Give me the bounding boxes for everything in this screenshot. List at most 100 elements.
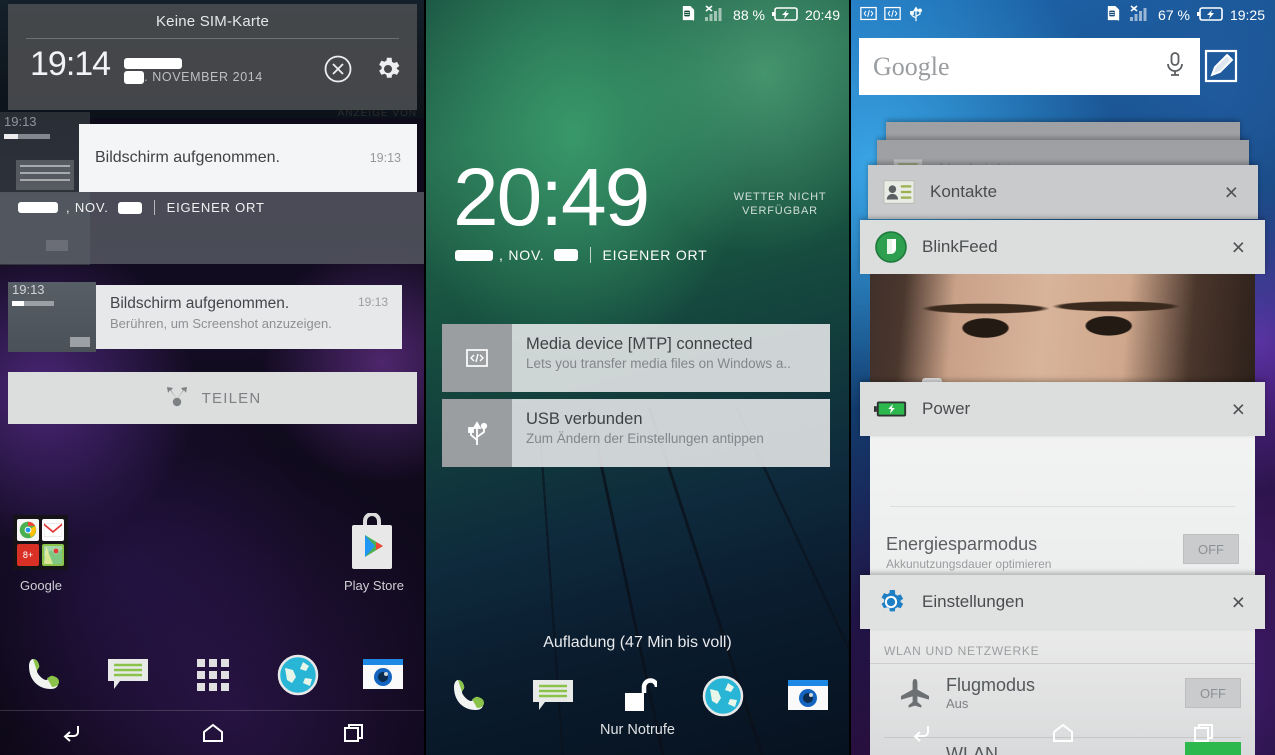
notification-subtitle: Lets you transfer media files on Windows… — [526, 356, 791, 371]
svg-text:!: ! — [1117, 14, 1119, 22]
search-input[interactable]: Google — [873, 52, 950, 82]
shortcut-messages-icon[interactable] — [510, 678, 595, 714]
divider — [890, 506, 1235, 507]
microphone-icon[interactable] — [1164, 51, 1186, 82]
share-action-button[interactable]: TEILEN — [8, 372, 417, 424]
recents-card-title: Power — [922, 399, 971, 418]
airplane-toggle[interactable]: OFF — [1185, 678, 1241, 708]
lockscreen-date: , NOV. EIGENER ORT — [455, 247, 708, 263]
close-circle-icon[interactable] — [323, 54, 353, 84]
status-clock: 19:25 — [1229, 7, 1265, 23]
notification-time: 19:13 — [369, 151, 401, 165]
shortcut-phone-icon[interactable] — [425, 676, 510, 716]
gear-icon[interactable] — [373, 54, 403, 84]
sim-alert-icon: ! — [680, 5, 697, 25]
google-search-bar[interactable]: Google — [859, 38, 1200, 95]
back-icon[interactable] — [850, 720, 992, 746]
notification-screenshot-collapsed[interactable]: Bildschirm aufgenommen. 19:13 — [79, 124, 417, 192]
notification-time: 19:13 — [357, 295, 388, 309]
play-store-icon[interactable] — [345, 512, 399, 571]
back-icon[interactable] — [0, 720, 142, 746]
close-icon[interactable]: × — [1225, 180, 1258, 204]
close-icon[interactable]: × — [1232, 590, 1265, 614]
sim-alert-icon: ! — [1105, 5, 1122, 25]
airplane-icon — [884, 677, 946, 709]
power-saver-row[interactable]: Energiesparmodus Akkunutzungsdauer optim… — [870, 534, 1255, 571]
gear-icon — [860, 586, 922, 618]
recents-icon[interactable] — [1133, 721, 1275, 745]
notification-title: Bildschirm aufgenommen. — [110, 295, 290, 312]
usb-icon — [442, 399, 512, 467]
date-suffix: . NOVEMBER 2014 — [144, 70, 263, 84]
notification-mtp[interactable]: Media device [MTP] connected Lets you tr… — [442, 324, 830, 392]
power-saver-subtitle: Akkunutzungsdauer optimieren — [886, 557, 1052, 571]
panel-divider — [424, 0, 426, 755]
home-icon[interactable] — [142, 721, 284, 745]
shade-date: . NOVEMBER 2014 — [124, 44, 263, 85]
three-panel-screenshot-collage: ANZEIGE VON 19:13 Keine SIM-Karte 19:14 … — [0, 0, 1275, 755]
dock-phone-icon[interactable] — [0, 655, 85, 695]
location-label: EIGENER ORT — [166, 200, 265, 215]
recents-card-blinkfeed[interactable]: BlinkFeed × — [860, 220, 1265, 274]
contacts-icon — [868, 179, 930, 205]
shortcut-camera-icon[interactable] — [765, 678, 850, 714]
dock-messages-icon[interactable] — [85, 657, 170, 693]
thumbnail-badge — [70, 337, 90, 347]
share-icon — [164, 385, 190, 412]
dock-camera-icon[interactable] — [340, 657, 425, 693]
power-saver-title: Energiesparmodus — [886, 534, 1038, 554]
signal-no-service-icon — [1129, 5, 1151, 25]
close-icon[interactable]: × — [1232, 397, 1265, 421]
emergency-call-label[interactable]: Nur Notrufe — [425, 722, 850, 738]
dock-browser-icon[interactable] — [255, 654, 340, 696]
panel-3-recent-apps: ! 67 % 19:25 Google Kontakte × BlinkFeed… — [850, 0, 1275, 755]
signal-no-service-icon — [704, 5, 726, 25]
chrome-icon — [17, 519, 39, 541]
charging-status: Aufladung (47 Min bis voll) — [543, 634, 732, 651]
month-label: , NOV. — [66, 200, 109, 215]
battery-charging-icon — [771, 6, 798, 24]
shortcut-browser-icon[interactable] — [680, 675, 765, 717]
settings-row-flugmodus[interactable]: Flugmodus Aus OFF — [870, 675, 1255, 711]
quick-settings-header: Keine SIM-Karte 19:14 . NOVEMBER 2014 — [8, 4, 417, 110]
recents-card-title: BlinkFeed — [922, 237, 998, 256]
recents-card-kontakte[interactable]: Kontakte × — [868, 165, 1258, 219]
folder-google[interactable]: 8+ — [13, 515, 68, 570]
divider — [870, 663, 1255, 664]
close-icon[interactable]: × — [1232, 235, 1265, 259]
lockscreen-shortcuts — [425, 665, 850, 727]
notification-title: USB verbunden — [526, 410, 643, 428]
notification-thumbnail[interactable]: 19:13 — [8, 282, 96, 352]
folder-label: Google — [20, 578, 62, 593]
preview-card — [16, 160, 74, 190]
notification-usb[interactable]: USB verbunden Zum Ändern der Einstellung… — [442, 399, 830, 467]
month-label: , NOV. — [499, 247, 545, 263]
mtp-icon — [860, 6, 877, 24]
redaction-block — [455, 249, 493, 261]
blinkfeed-photo — [870, 274, 1255, 382]
dock-bar — [0, 640, 425, 710]
unlock-icon[interactable] — [595, 676, 680, 716]
recents-card-title: Einstellungen — [922, 592, 1025, 611]
mtp-icon — [884, 6, 901, 24]
sim-status-title: Keine SIM-Karte — [155, 13, 270, 30]
power-saver-toggle[interactable]: OFF — [1183, 534, 1239, 564]
recents-card-title: Kontakte — [930, 182, 998, 201]
note-edit-icon[interactable] — [1199, 44, 1243, 88]
panel-divider — [849, 0, 851, 755]
lockscreen-clock: 20:49 — [453, 152, 650, 243]
redaction-block — [553, 249, 578, 261]
notification-screenshot-expanded[interactable]: 19:13 Bildschirm aufgenommen. Berühren, … — [96, 285, 402, 349]
play-store-label: Play Store — [344, 578, 404, 593]
redaction-block — [18, 202, 58, 213]
recents-card-einstellungen[interactable]: Einstellungen × — [860, 575, 1265, 629]
dock-app-drawer-icon[interactable] — [170, 657, 255, 693]
shade-clock: 19:14 — [30, 45, 111, 84]
home-icon[interactable] — [992, 721, 1134, 745]
recents-card-power[interactable]: Power × — [860, 382, 1265, 436]
recents-icon[interactable] — [283, 721, 425, 745]
redaction-block — [124, 58, 183, 70]
shade-date-row: , NOV. EIGENER ORT — [0, 192, 425, 264]
redaction-block — [117, 201, 142, 214]
notification-subtitle: Berühren, um Screenshot anzuzeigen. — [110, 316, 332, 331]
